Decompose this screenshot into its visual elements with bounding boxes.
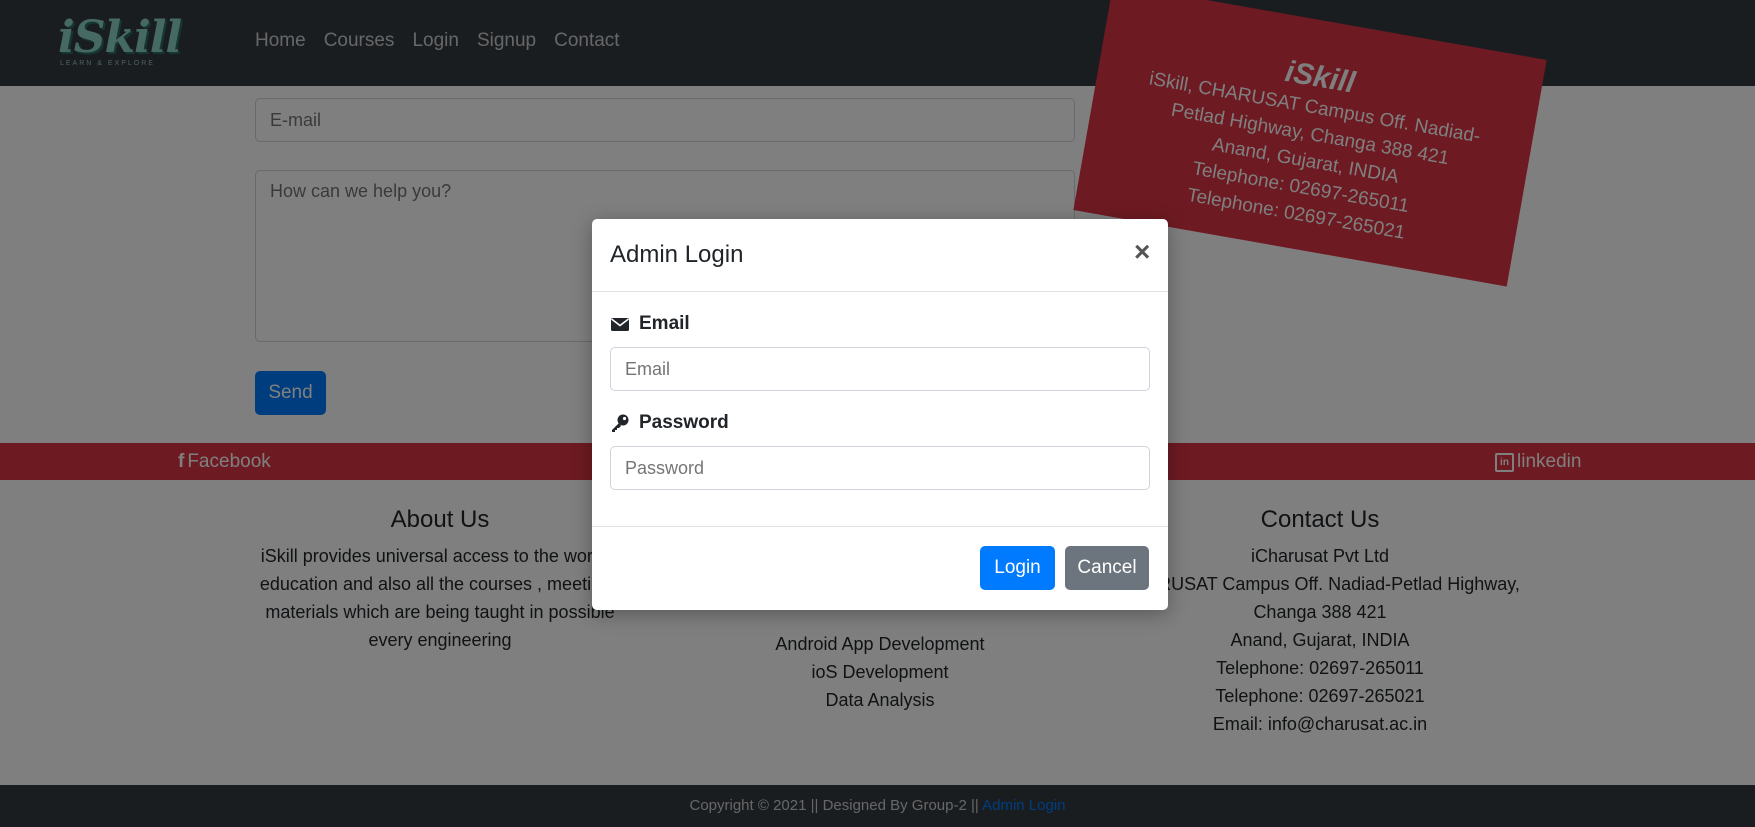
modal-footer: Login Cancel [592,526,1168,611]
close-icon[interactable]: × [1128,237,1156,267]
cancel-button[interactable]: Cancel [1065,546,1149,590]
email-label: Email [610,313,690,335]
envelope-icon [611,318,629,331]
admin-email-input[interactable] [610,347,1150,391]
admin-login-modal: Admin Login × Email Password Login Cance… [592,219,1168,610]
password-label: Password [610,412,729,434]
password-label-text: Password [639,412,729,433]
modal-header: Admin Login × [592,219,1168,292]
email-label-text: Email [639,313,690,334]
modal-title: Admin Login [610,241,744,268]
login-button[interactable]: Login [980,546,1055,590]
admin-password-input[interactable] [610,446,1150,490]
key-icon [612,414,629,432]
